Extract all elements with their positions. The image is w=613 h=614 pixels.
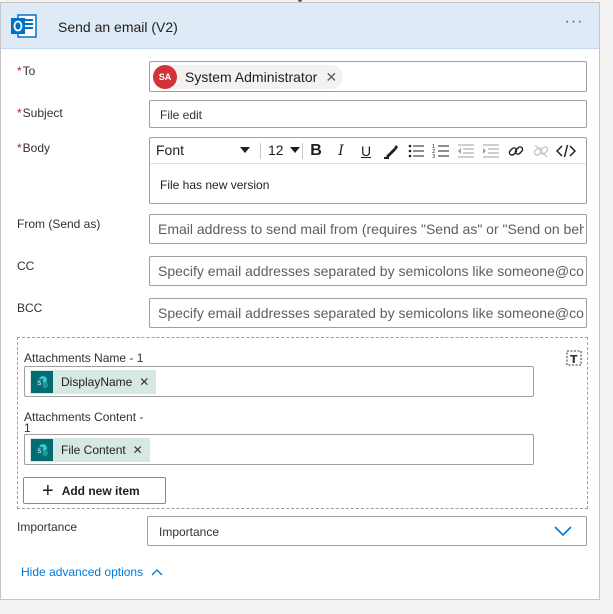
required-mark: * bbox=[17, 106, 22, 120]
token-label: File Content bbox=[61, 443, 126, 457]
importance-value: Importance bbox=[159, 525, 220, 539]
attachments-content-label-line1: Attachments Content - bbox=[24, 410, 144, 424]
font-family-dropdown[interactable]: Font bbox=[156, 142, 256, 158]
code-view-icon[interactable] bbox=[556, 141, 576, 161]
required-mark: * bbox=[17, 141, 22, 155]
toolbar-divider bbox=[302, 143, 303, 159]
cc-placeholder: Specify email addresses separated by sem… bbox=[158, 263, 584, 279]
avatar: SA bbox=[153, 65, 177, 89]
hide-advanced-options-link[interactable]: Hide advanced options bbox=[21, 565, 163, 579]
to-field[interactable]: SA System Administrator ✕ bbox=[149, 61, 587, 92]
to-label: *To bbox=[17, 64, 35, 78]
from-field[interactable]: Email address to send mail from (require… bbox=[149, 214, 587, 244]
attachments-content-label: Attachments Content - 1 bbox=[24, 410, 144, 435]
dynamic-content-token[interactable]: S DisplayName ✕ bbox=[30, 370, 157, 394]
font-size-dropdown[interactable]: 12 bbox=[268, 142, 300, 158]
svg-text:T: T bbox=[570, 353, 578, 366]
sharepoint-icon: S bbox=[31, 371, 53, 393]
add-new-item-label: Add new item bbox=[61, 483, 140, 498]
switch-to-text-mode-icon[interactable]: T bbox=[565, 349, 583, 367]
recipient-name: System Administrator bbox=[185, 69, 318, 85]
body-editor[interactable]: Font 12 B I U 123 File has new version bbox=[149, 137, 587, 204]
outlook-icon bbox=[11, 14, 37, 38]
required-mark: * bbox=[17, 64, 22, 78]
from-label: From (Send as) bbox=[17, 217, 101, 231]
svg-text:S: S bbox=[38, 448, 42, 455]
attachments-name-label: Attachments Name - 1 bbox=[24, 351, 144, 365]
send-email-action-card: Send an email (V2) ··· *To SA System Adm… bbox=[0, 2, 600, 600]
recipient-persona[interactable]: SA System Administrator ✕ bbox=[153, 65, 344, 89]
italic-icon[interactable]: I bbox=[331, 141, 351, 161]
remove-token-icon[interactable]: ✕ bbox=[139, 375, 149, 389]
underline-icon[interactable]: U bbox=[356, 141, 376, 161]
attachments-array-section: T Attachments Name - 1 S DisplayName ✕ A… bbox=[17, 337, 588, 509]
token-label: DisplayName bbox=[61, 375, 133, 389]
cc-field[interactable]: Specify email addresses separated by sem… bbox=[149, 256, 587, 286]
attachments-name-field[interactable]: S DisplayName ✕ bbox=[24, 366, 534, 397]
svg-text:S: S bbox=[38, 380, 42, 387]
body-content[interactable]: File has new version bbox=[160, 178, 269, 192]
bcc-label: BCC bbox=[17, 301, 43, 315]
toolbar-divider bbox=[260, 143, 261, 159]
sharepoint-icon: S bbox=[31, 439, 53, 461]
numbered-list-icon[interactable]: 123 bbox=[431, 141, 451, 161]
link-icon[interactable] bbox=[506, 141, 526, 161]
decrease-indent-icon[interactable] bbox=[456, 141, 476, 161]
rich-text-toolbar: Font 12 B I U 123 bbox=[150, 138, 586, 164]
importance-dropdown[interactable]: Importance bbox=[147, 516, 587, 546]
subject-label-text: Subject bbox=[22, 106, 63, 120]
subject-label: *Subject bbox=[17, 106, 63, 120]
cc-label: CC bbox=[17, 259, 35, 273]
chevron-down-icon bbox=[290, 147, 300, 153]
from-placeholder: Email address to send mail from (require… bbox=[158, 221, 584, 237]
svg-text:3: 3 bbox=[432, 154, 435, 159]
hide-advanced-options-label: Hide advanced options bbox=[21, 565, 144, 579]
font-size-value: 12 bbox=[268, 142, 284, 158]
to-label-text: To bbox=[22, 64, 36, 78]
chevron-down-icon bbox=[240, 147, 250, 153]
remove-recipient-icon[interactable]: ✕ bbox=[326, 69, 338, 86]
body-label-text: Body bbox=[22, 141, 51, 155]
chevron-up-icon bbox=[151, 569, 163, 576]
body-label: *Body bbox=[17, 141, 50, 155]
more-options-button[interactable]: ··· bbox=[561, 14, 587, 35]
action-header[interactable]: Send an email (V2) ··· bbox=[1, 3, 599, 49]
chevron-down-icon bbox=[554, 526, 572, 537]
plus-icon: + bbox=[42, 479, 54, 502]
add-new-item-button[interactable]: + Add new item bbox=[23, 477, 166, 504]
highlight-icon[interactable] bbox=[381, 141, 401, 161]
bold-icon[interactable]: B bbox=[306, 141, 326, 161]
increase-indent-icon[interactable] bbox=[481, 141, 501, 161]
attachments-content-label-line2: 1 bbox=[24, 421, 31, 435]
font-family-value: Font bbox=[156, 142, 185, 158]
action-title: Send an email (V2) bbox=[58, 19, 178, 35]
dynamic-content-token[interactable]: S File Content ✕ bbox=[30, 438, 150, 462]
subject-value: File edit bbox=[160, 108, 203, 122]
remove-token-icon[interactable]: ✕ bbox=[133, 443, 143, 457]
unlink-icon[interactable] bbox=[531, 141, 551, 161]
subject-field[interactable]: File edit bbox=[149, 100, 587, 128]
bulleted-list-icon[interactable] bbox=[406, 141, 426, 161]
bcc-field[interactable]: Specify email addresses separated by sem… bbox=[149, 298, 587, 328]
importance-label: Importance bbox=[17, 520, 78, 534]
bcc-placeholder: Specify email addresses separated by sem… bbox=[158, 305, 584, 321]
attachments-content-field[interactable]: S File Content ✕ bbox=[24, 434, 534, 465]
